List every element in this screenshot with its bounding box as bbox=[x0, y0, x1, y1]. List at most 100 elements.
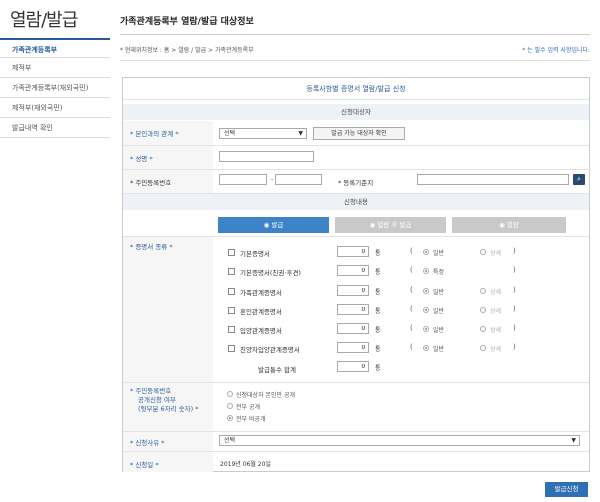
cert-count-input[interactable] bbox=[337, 285, 369, 296]
rrn-first-input[interactable] bbox=[219, 174, 267, 185]
radio-specific-label: 특정 bbox=[433, 269, 445, 276]
label-column bbox=[123, 237, 213, 382]
relation-select-value: 선택 bbox=[224, 130, 236, 137]
radio-detail[interactable] bbox=[480, 307, 486, 313]
cert-checkbox[interactable] bbox=[228, 249, 235, 256]
sidebar-menu: 가족관계등록부 제적부 가족관계등록부(재외국민) 제적부(재외국민) 발급내역… bbox=[0, 38, 110, 138]
cert-checkbox[interactable] bbox=[228, 345, 235, 352]
radio-disclose-none-label: 전부 비공개 bbox=[236, 416, 266, 423]
sidebar-item-removed-register[interactable]: 제적부 bbox=[0, 58, 110, 78]
paren-close: ) bbox=[513, 286, 516, 294]
submit-button[interactable]: 발급신청 bbox=[545, 482, 588, 497]
disclosure-label: * 주민등록번호 공개신청 여부 (뒷부분 6자리 숫자) * bbox=[130, 387, 199, 414]
cert-count-input[interactable] bbox=[337, 342, 369, 353]
date-label: * 신청일 * bbox=[130, 461, 159, 469]
disclosure-label-line: (뒷부분 6자리 숫자) * bbox=[138, 405, 199, 413]
radio-general[interactable] bbox=[423, 249, 429, 255]
cert-checkbox[interactable] bbox=[228, 307, 235, 314]
tab-issue-label: 발급 bbox=[271, 221, 284, 229]
radio-off-icon: ◉ bbox=[499, 221, 507, 229]
name-label: * 성명 * bbox=[130, 155, 153, 163]
cert-checkbox[interactable] bbox=[228, 268, 235, 275]
radio-general[interactable] bbox=[423, 307, 429, 313]
cert-count-input[interactable] bbox=[337, 323, 369, 334]
cert-type-label: * 증명서 종류 * bbox=[130, 243, 173, 251]
reason-select[interactable]: 선택 ▼ bbox=[219, 435, 580, 446]
cert-count-input[interactable] bbox=[337, 304, 369, 315]
basis-place-input[interactable] bbox=[417, 174, 569, 185]
breadcrumb: * 현재위치정보 : 홈 > 열람 / 발급 > 가족관계등록부 bbox=[120, 47, 254, 54]
radio-detail[interactable] bbox=[480, 288, 486, 294]
divider bbox=[123, 451, 589, 452]
radio-detail-label: 상세 bbox=[490, 346, 502, 353]
radio-general[interactable] bbox=[423, 326, 429, 332]
sidebar-title: 열람/발급 bbox=[10, 10, 78, 31]
paren-open: ( bbox=[410, 324, 413, 332]
radio-detail[interactable] bbox=[480, 345, 486, 351]
cert-name: 기본증명서(친권·후견) bbox=[240, 269, 301, 277]
section-content: 신청내용 bbox=[123, 194, 589, 210]
cert-name: 친양자입양관계증명서 bbox=[240, 346, 300, 354]
sidebar-item-issue-history[interactable]: 발급내역 확인 bbox=[0, 118, 110, 138]
radio-specific[interactable] bbox=[423, 268, 429, 274]
tab-view-label: 열람 bbox=[506, 221, 519, 229]
radio-general-label: 일반 bbox=[433, 250, 445, 257]
radio-general-label: 일반 bbox=[433, 346, 445, 353]
cert-unit: 통 bbox=[375, 327, 381, 334]
tab-view-then-issue[interactable]: ◉ 열람 후 발급 bbox=[335, 217, 446, 233]
required-note: * 는 필수 입력 사항입니다. bbox=[522, 47, 590, 54]
page-title: 가족관계등록부 열람/발급 대상정보 bbox=[120, 17, 254, 27]
chevron-down-icon: ▼ bbox=[571, 437, 576, 444]
cert-checkbox[interactable] bbox=[228, 288, 235, 295]
date-value: 2019년 06월 20일 bbox=[220, 461, 271, 468]
radio-disclose-all-label: 전부 공개 bbox=[236, 404, 260, 411]
divider bbox=[123, 145, 589, 146]
paren-close: ) bbox=[513, 247, 516, 255]
basis-place-label: * 등록기준지 bbox=[338, 179, 374, 187]
divider bbox=[120, 34, 590, 35]
cert-count-input[interactable] bbox=[337, 265, 369, 276]
radio-disclose-all[interactable] bbox=[227, 403, 233, 409]
divider bbox=[120, 60, 590, 61]
radio-general-label: 일반 bbox=[433, 327, 445, 334]
tab-view[interactable]: ◉ 열람 bbox=[452, 217, 566, 233]
total-unit: 통 bbox=[375, 365, 381, 372]
radio-detail[interactable] bbox=[480, 249, 486, 255]
radio-disclose-self[interactable] bbox=[227, 391, 233, 397]
form-title: 등록사항별 증명서 열람/발급 신청 bbox=[306, 85, 406, 93]
relation-select[interactable]: 선택 ▼ bbox=[219, 128, 307, 139]
radio-general-label: 일반 bbox=[433, 308, 445, 315]
cert-name: 가족관계증명서 bbox=[240, 289, 282, 297]
radio-general[interactable] bbox=[423, 345, 429, 351]
cert-name: 혼인관계증명서 bbox=[240, 308, 282, 316]
sidebar-item-family-register-overseas[interactable]: 가족관계등록부(재외국민) bbox=[0, 78, 110, 98]
radio-detail-label: 상세 bbox=[490, 250, 502, 257]
paren-open: ( bbox=[410, 247, 413, 255]
divider bbox=[123, 169, 589, 170]
paren-open: ( bbox=[410, 343, 413, 351]
cert-name: 입양관계증명서 bbox=[240, 327, 282, 335]
cert-name: 기본증명서 bbox=[240, 250, 270, 258]
cert-unit: 통 bbox=[375, 250, 381, 257]
radio-detail-label: 상세 bbox=[490, 289, 502, 296]
sidebar-item-family-register[interactable]: 가족관계등록부 bbox=[0, 38, 110, 58]
reason-label: * 신청사유 * bbox=[130, 439, 165, 447]
paren-close: ) bbox=[513, 305, 516, 313]
check-target-button[interactable]: 발급 가능 대상자 확인 bbox=[313, 127, 405, 140]
disclosure-label-line: * 주민등록번호 bbox=[130, 387, 172, 395]
tab-view-then-issue-label: 열람 후 발급 bbox=[377, 221, 412, 229]
radio-detail-label: 상세 bbox=[490, 327, 502, 334]
radio-disclose-none[interactable] bbox=[227, 415, 233, 421]
radio-detail[interactable] bbox=[480, 326, 486, 332]
cert-count-input[interactable] bbox=[337, 246, 369, 257]
rrn-second-input[interactable] bbox=[275, 174, 322, 185]
radio-detail-label: 상세 bbox=[490, 308, 502, 315]
cert-checkbox[interactable] bbox=[228, 326, 235, 333]
cert-unit: 통 bbox=[375, 289, 381, 296]
sidebar-item-removed-register-overseas[interactable]: 제적부(재외국민) bbox=[0, 98, 110, 118]
search-icon[interactable]: ⌕ bbox=[573, 174, 585, 185]
radio-general[interactable] bbox=[423, 288, 429, 294]
tab-issue[interactable]: ◉ 발급 bbox=[218, 217, 329, 233]
divider bbox=[123, 99, 589, 100]
name-input[interactable] bbox=[219, 151, 314, 162]
